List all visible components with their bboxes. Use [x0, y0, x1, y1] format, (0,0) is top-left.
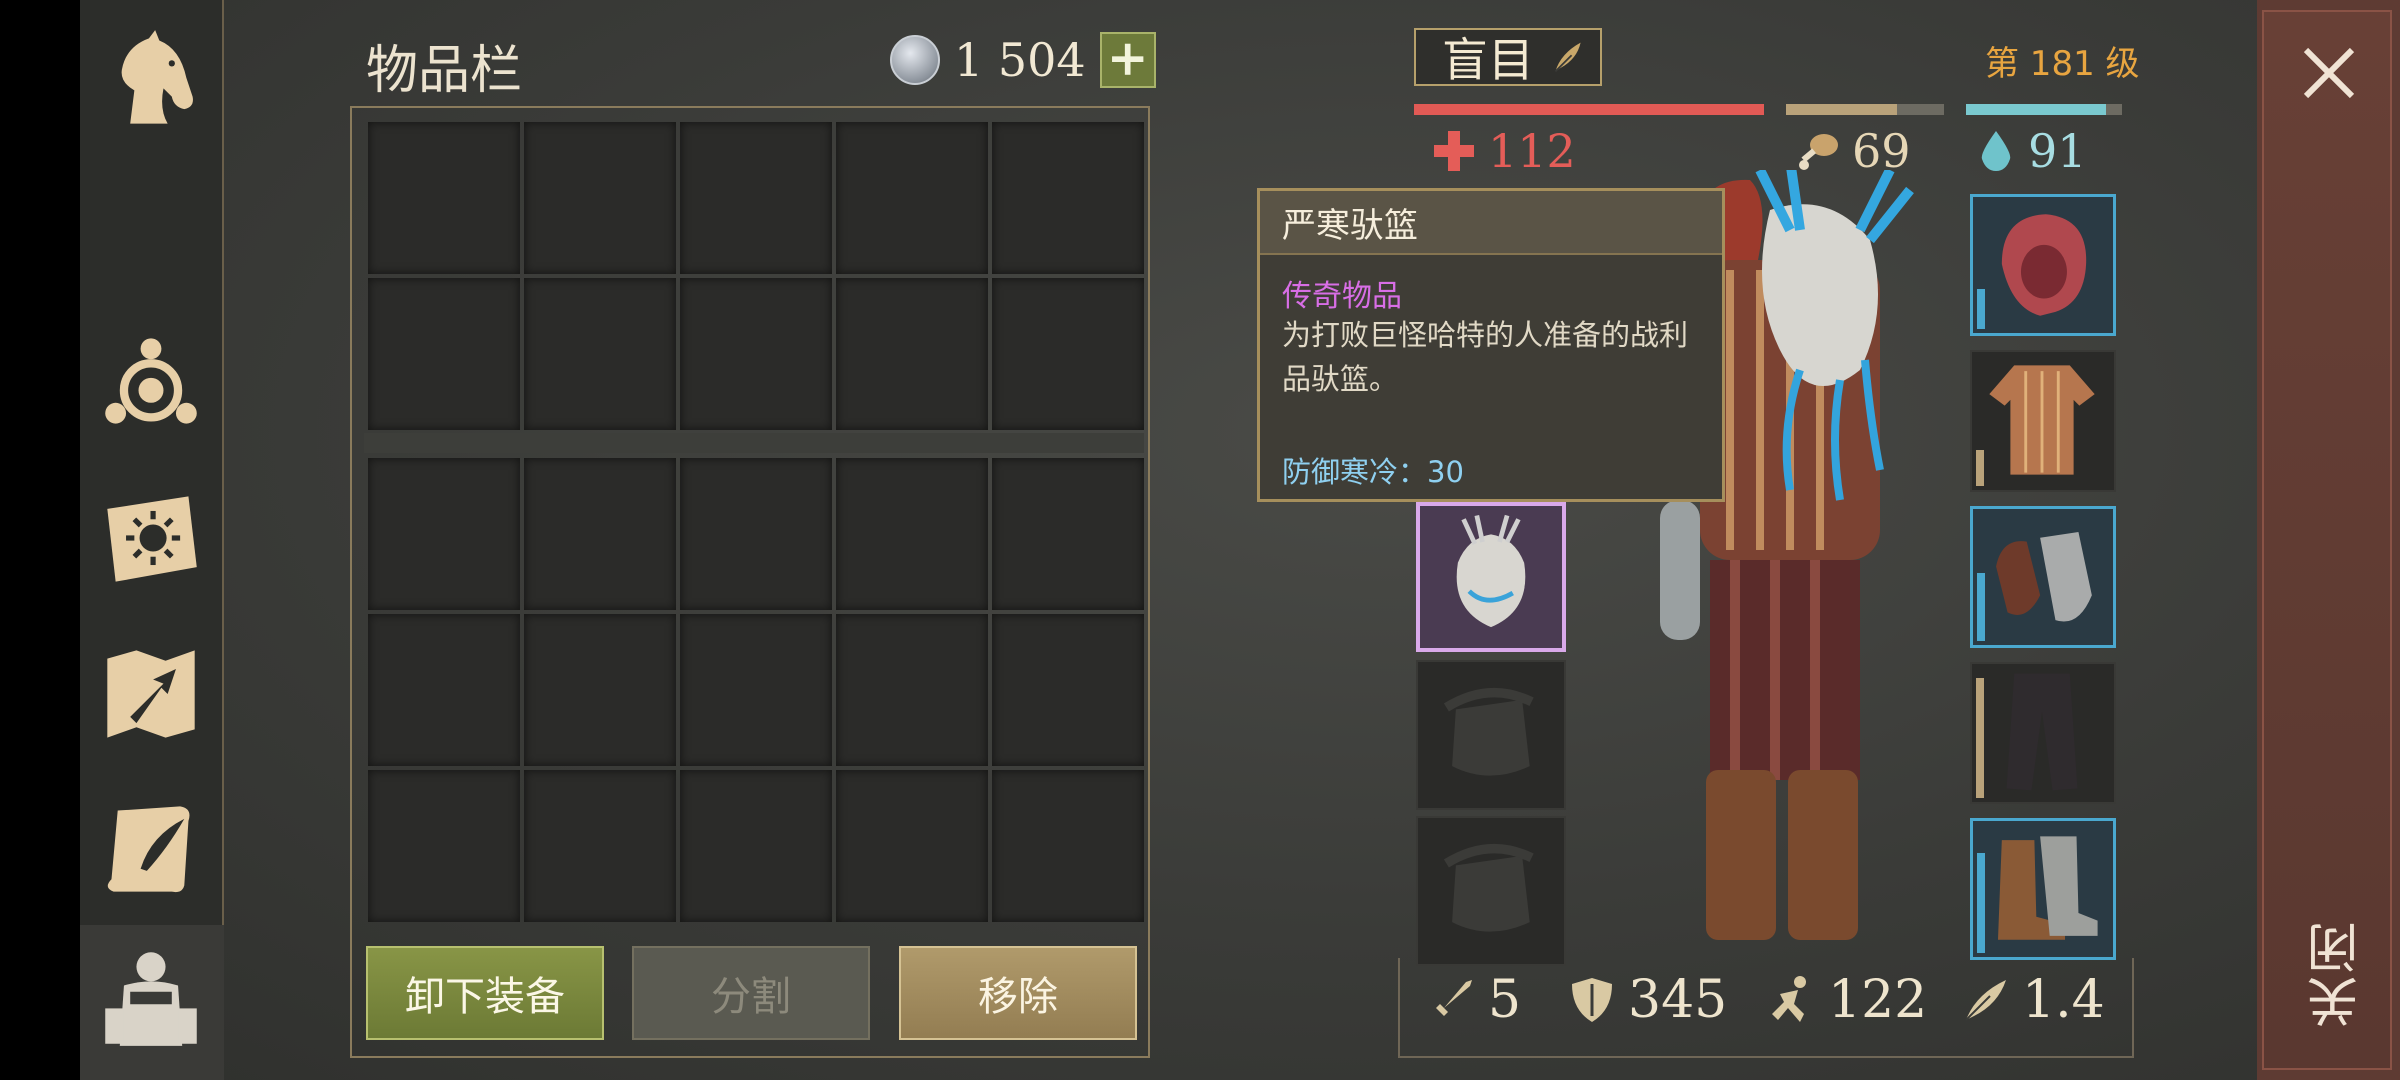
equip-slot-chest[interactable] — [1970, 350, 2116, 492]
inventory-divider — [364, 433, 1144, 453]
inventory-slot[interactable] — [680, 458, 832, 610]
inventory-slot[interactable] — [992, 770, 1144, 922]
health-bar — [1414, 104, 1764, 115]
equip-slot-head[interactable] — [1970, 194, 2116, 336]
map-arrow-icon[interactable] — [95, 638, 207, 750]
attack-stat: 5 — [1426, 970, 1521, 1030]
durability-bar — [1976, 450, 1984, 486]
armor-value: 345 — [1628, 970, 1728, 1030]
scroll-quill-icon[interactable] — [95, 792, 207, 904]
quill-weight-icon — [1965, 980, 2006, 1021]
inventory-slot[interactable] — [992, 278, 1144, 430]
unequip-button[interactable]: 卸下装备 — [366, 946, 604, 1040]
add-currency-button[interactable]: + — [1099, 32, 1156, 88]
equip-slot-backpack-selected[interactable] — [1416, 502, 1566, 652]
water-bar — [1966, 104, 2122, 115]
equip-slot-bag-2[interactable] — [1416, 816, 1566, 966]
feather-icon — [1554, 42, 1581, 73]
inventory-slot[interactable] — [368, 614, 520, 766]
close-icon[interactable] — [2298, 42, 2360, 104]
weight-value: 1.4 — [2022, 970, 2105, 1030]
inventory-slot[interactable] — [836, 614, 988, 766]
durability-bar — [1976, 678, 1984, 798]
level-label: 第 181 级 — [1985, 44, 2140, 84]
tooltip-item-name: 严寒驮篮 — [1260, 191, 1722, 255]
inventory-grid-bottom — [368, 458, 1144, 922]
side-nav — [80, 0, 224, 925]
equip-slot-feet[interactable] — [1970, 818, 2116, 960]
boots-icon — [1997, 836, 2098, 940]
trousers-icon — [2006, 673, 2078, 791]
inventory-slot[interactable] — [680, 770, 832, 922]
water-stat: 91 — [1976, 124, 2087, 178]
gambeson-icon — [1989, 365, 2095, 475]
durability-bar — [1977, 573, 1985, 641]
health-stat: 112 — [1432, 124, 1576, 178]
crafting-wheel-icon[interactable] — [95, 326, 207, 438]
inventory-slot[interactable] — [524, 458, 676, 610]
item-tooltip: 严寒驮篮 传奇物品 为打败巨怪哈特的人准备的战利品驮篮。 防御寒冷：30 — [1257, 188, 1725, 502]
durability-bar — [1977, 289, 1985, 329]
gauntlets-icon — [1996, 531, 2092, 622]
health-cross-icon — [1434, 131, 1474, 171]
remove-button[interactable]: 移除 — [899, 946, 1137, 1040]
inventory-slot[interactable] — [680, 278, 832, 430]
inventory-slot[interactable] — [836, 122, 988, 274]
inventory-slot[interactable] — [836, 278, 988, 430]
silver-coin-icon — [890, 35, 940, 85]
inventory-slot[interactable] — [992, 614, 1144, 766]
character-title: 盲目 — [1442, 33, 1534, 87]
inventory-slot[interactable] — [368, 278, 520, 430]
durability-bar — [1977, 853, 1985, 953]
health-value: 112 — [1488, 124, 1576, 178]
inventory-slot[interactable] — [524, 122, 676, 274]
sword-icon — [1432, 980, 1472, 1020]
inventory-slot[interactable] — [680, 614, 832, 766]
inventory-slot[interactable] — [524, 770, 676, 922]
inventory-slot[interactable] — [368, 122, 520, 274]
weight-stat: 1.4 — [1960, 970, 2105, 1030]
currency-amount: 1 504 — [954, 33, 1086, 87]
inventory-slot[interactable] — [680, 122, 832, 274]
tooltip-stat: 防御寒冷：30 — [1282, 455, 1464, 489]
water-value: 91 — [2028, 124, 2087, 178]
close-panel-border — [2262, 10, 2392, 1070]
inventory-slot[interactable] — [992, 458, 1144, 610]
tooltip-description: 为打败巨怪哈特的人准备的战利品驮篮。 — [1282, 318, 1689, 396]
armor-stat: 345 — [1566, 970, 1727, 1030]
inventory-title: 物品栏 — [366, 41, 523, 101]
split-button[interactable]: 分割 — [632, 946, 870, 1040]
close-label[interactable]: 关闭 — [2300, 920, 2368, 1028]
sun-book-icon[interactable] — [95, 482, 207, 594]
bag-placeholder-icon — [1443, 843, 1534, 932]
character-title-box[interactable]: 盲目 — [1414, 28, 1602, 87]
meat-icon — [1799, 134, 1838, 170]
bag-placeholder-icon — [1443, 687, 1534, 776]
frost-pannier-icon — [1456, 514, 1526, 628]
running-icon — [1772, 976, 1806, 1022]
character-backpack-icon[interactable] — [95, 942, 207, 1054]
inventory-slot[interactable] — [836, 770, 988, 922]
hood-icon — [2001, 214, 2087, 316]
inventory-slot[interactable] — [992, 122, 1144, 274]
equip-slot-hands[interactable] — [1970, 506, 2116, 648]
tooltip-rarity: 传奇物品 — [1282, 279, 1402, 314]
inventory-grid-top — [368, 122, 1144, 430]
equip-slot-legs[interactable] — [1970, 662, 2116, 804]
equip-slot-bag[interactable] — [1416, 660, 1566, 810]
attack-value: 5 — [1488, 970, 1522, 1030]
inventory-slot[interactable] — [368, 458, 520, 610]
food-bar — [1786, 104, 1944, 115]
water-drop-icon — [1981, 131, 2011, 171]
inventory-slot[interactable] — [524, 278, 676, 430]
currency-display: 1 504 + — [890, 30, 1156, 90]
speed-value: 122 — [1828, 970, 1928, 1030]
speed-stat: 122 — [1766, 970, 1927, 1030]
left-black-edge — [0, 0, 80, 1080]
inventory-slot[interactable] — [368, 770, 520, 922]
inventory-slot[interactable] — [836, 458, 988, 610]
inventory-slot[interactable] — [524, 614, 676, 766]
shield-icon — [1572, 978, 1612, 1022]
horse-icon[interactable] — [95, 24, 207, 136]
